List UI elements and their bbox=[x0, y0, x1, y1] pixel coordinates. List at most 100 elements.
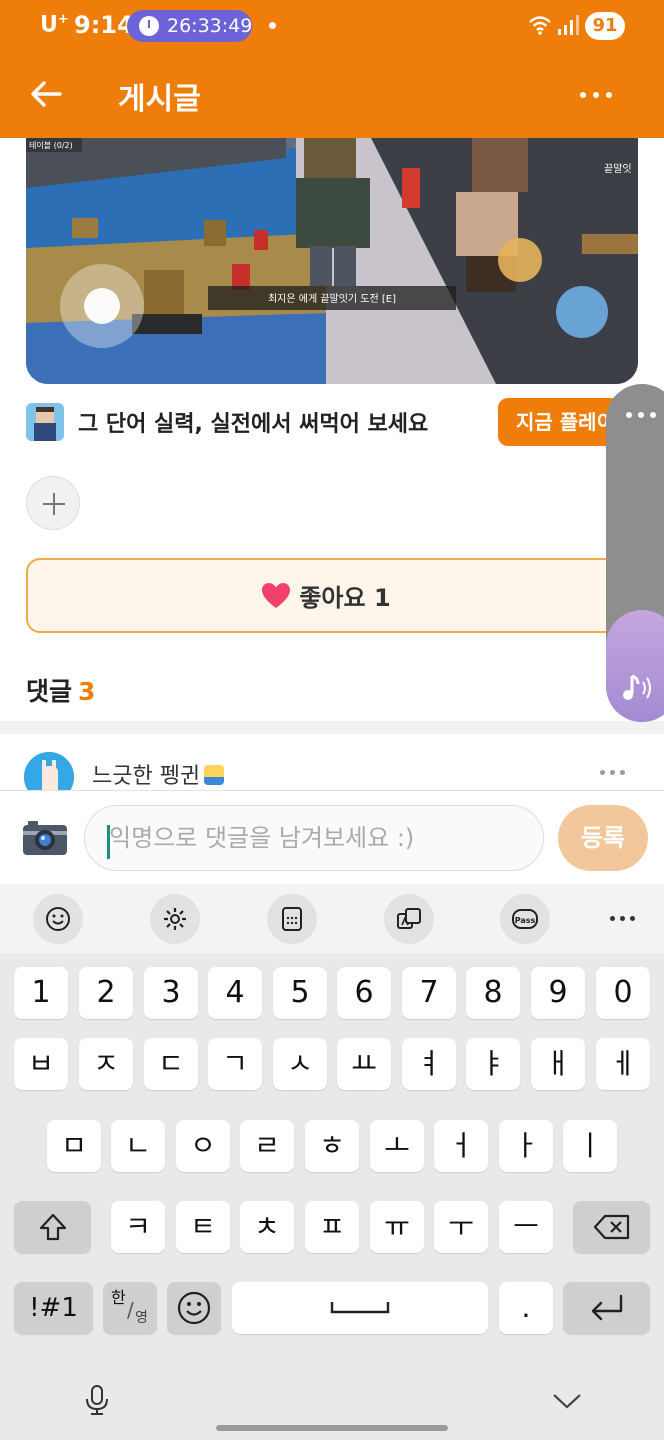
key-rieul[interactable]: ㄹ bbox=[240, 1120, 294, 1172]
enter-return-icon bbox=[591, 1294, 622, 1321]
interaction-prompt: 최지은 에게 끝말잇기 도전 [E] bbox=[268, 293, 396, 305]
chevron-down-icon[interactable] bbox=[552, 1392, 582, 1410]
key-a[interactable]: ㅏ bbox=[499, 1120, 553, 1172]
notification-dot bbox=[269, 22, 276, 29]
floating-panel[interactable] bbox=[606, 384, 664, 722]
key-bieup[interactable]: ㅂ bbox=[14, 1038, 68, 1090]
gear-icon bbox=[164, 908, 186, 930]
shift-key[interactable] bbox=[14, 1201, 91, 1253]
key-5[interactable]: 5 bbox=[273, 967, 327, 1019]
more-dot bbox=[593, 92, 599, 98]
key-jieut[interactable]: ㅈ bbox=[79, 1038, 133, 1090]
key-2[interactable]: 2 bbox=[79, 967, 133, 1019]
music-note-icon bbox=[623, 674, 651, 700]
key-eo[interactable]: ㅓ bbox=[434, 1120, 488, 1172]
carrier: U+ bbox=[40, 12, 69, 38]
key-ae[interactable]: ㅐ bbox=[531, 1038, 585, 1090]
back-button[interactable] bbox=[28, 76, 64, 112]
keyboard-toolbar: Pass bbox=[0, 884, 664, 954]
game-screenshot[interactable]: 테이블 (0/2) 끝말잇 최지은 에게 끝말잇기 도전 [E] bbox=[26, 138, 638, 384]
more-options-button[interactable] bbox=[576, 84, 616, 104]
backspace-icon bbox=[593, 1214, 629, 1240]
key-6[interactable]: 6 bbox=[337, 967, 391, 1019]
key-8[interactable]: 8 bbox=[466, 967, 520, 1019]
svg-text:Pass: Pass bbox=[515, 916, 536, 925]
key-kieuk[interactable]: ㅋ bbox=[111, 1201, 165, 1253]
key-siot[interactable]: ㅅ bbox=[273, 1038, 327, 1090]
key-chieut[interactable]: ㅊ bbox=[240, 1201, 294, 1253]
panel-more-icon[interactable] bbox=[626, 412, 656, 420]
comments-heading: 댓글 3 bbox=[26, 677, 96, 706]
key-nieun[interactable]: ㄴ bbox=[111, 1120, 165, 1172]
more-dot bbox=[580, 92, 586, 98]
submit-comment-button[interactable]: 등록 bbox=[558, 805, 648, 871]
keypad-icon bbox=[282, 907, 302, 931]
more-dot bbox=[610, 770, 615, 775]
like-button[interactable]: 좋아요 1 bbox=[26, 558, 626, 633]
heart-icon bbox=[262, 582, 291, 608]
lang-slash: / bbox=[127, 1298, 134, 1322]
key-7[interactable]: 7 bbox=[402, 967, 456, 1019]
microphone-icon[interactable] bbox=[84, 1384, 110, 1416]
key-o[interactable]: ㅗ bbox=[370, 1120, 424, 1172]
wifi-icon bbox=[529, 16, 551, 35]
timer-chip[interactable]: 26:33:49 bbox=[127, 10, 252, 42]
home-indicator[interactable] bbox=[216, 1425, 448, 1431]
backspace-key[interactable] bbox=[573, 1201, 650, 1253]
sunrise-icon bbox=[204, 765, 225, 785]
key-ieung[interactable]: ㅇ bbox=[176, 1120, 230, 1172]
key-pieup[interactable]: ㅍ bbox=[305, 1201, 359, 1253]
key-1[interactable]: 1 bbox=[14, 967, 68, 1019]
page-title: 게시글 bbox=[118, 82, 201, 117]
key-0[interactable]: 0 bbox=[596, 967, 650, 1019]
smiley-icon bbox=[177, 1291, 211, 1325]
key-yu[interactable]: ㅠ bbox=[370, 1201, 424, 1253]
more-dot bbox=[620, 770, 625, 775]
enter-key[interactable] bbox=[563, 1282, 650, 1334]
key-eu[interactable]: ㅡ bbox=[499, 1201, 553, 1253]
symbols-key[interactable]: !#1 bbox=[14, 1282, 93, 1334]
pass-toolbar-button[interactable]: Pass bbox=[500, 894, 550, 944]
comment-more-button[interactable] bbox=[598, 770, 628, 778]
comment-input[interactable] bbox=[84, 805, 544, 871]
character-avatar-icon bbox=[26, 403, 64, 441]
translate-toolbar-button[interactable] bbox=[384, 894, 434, 944]
period-key[interactable]: . bbox=[499, 1282, 553, 1334]
smiley-icon bbox=[46, 907, 70, 931]
translate-icon bbox=[397, 908, 421, 929]
hud-left-label: 테이블 (0/2) bbox=[29, 140, 73, 150]
key-9[interactable]: 9 bbox=[531, 967, 585, 1019]
key-tieut[interactable]: ㅌ bbox=[176, 1201, 230, 1253]
key-ya[interactable]: ㅑ bbox=[466, 1038, 520, 1090]
key-u[interactable]: ㅜ bbox=[434, 1201, 488, 1253]
lang-english-label: 영 bbox=[135, 1310, 148, 1326]
key-e[interactable]: ㅔ bbox=[596, 1038, 650, 1090]
hud-right-label: 끝말잇 bbox=[604, 163, 632, 175]
game-scene: 테이블 (0/2) 끝말잇 최지은 에게 끝말잇기 도전 [E] bbox=[26, 138, 638, 384]
key-i[interactable]: ㅣ bbox=[563, 1120, 617, 1172]
space-bar-icon bbox=[330, 1302, 390, 1314]
key-yeo[interactable]: ㅕ bbox=[402, 1038, 456, 1090]
settings-toolbar-button[interactable] bbox=[150, 894, 200, 944]
camera-icon[interactable] bbox=[22, 817, 68, 857]
like-label: 좋아요 1 bbox=[299, 584, 391, 612]
section-divider bbox=[0, 721, 664, 734]
toolbar-more-button[interactable] bbox=[608, 916, 638, 922]
add-reaction-button[interactable] bbox=[26, 476, 80, 530]
key-digeut[interactable]: ㄷ bbox=[144, 1038, 198, 1090]
status-time: 9:14 bbox=[74, 11, 134, 39]
key-hieut[interactable]: ㅎ bbox=[305, 1120, 359, 1172]
key-giyeok[interactable]: ㄱ bbox=[208, 1038, 262, 1090]
key-4[interactable]: 4 bbox=[208, 967, 262, 1019]
key-yo[interactable]: ㅛ bbox=[337, 1038, 391, 1090]
emoji-toolbar-button[interactable] bbox=[33, 894, 83, 944]
promo-text: 그 단어 실력, 실전에서 써먹어 보세요 bbox=[78, 412, 429, 437]
emoji-key[interactable] bbox=[167, 1282, 221, 1334]
timer-value: 26:33:49 bbox=[167, 15, 253, 37]
language-toggle-key[interactable]: 한 / 영 bbox=[103, 1282, 157, 1334]
keypad-toolbar-button[interactable] bbox=[267, 894, 317, 944]
key-3[interactable]: 3 bbox=[144, 967, 198, 1019]
space-key[interactable] bbox=[232, 1282, 488, 1334]
music-button[interactable] bbox=[606, 610, 664, 722]
key-mieum[interactable]: ㅁ bbox=[47, 1120, 101, 1172]
